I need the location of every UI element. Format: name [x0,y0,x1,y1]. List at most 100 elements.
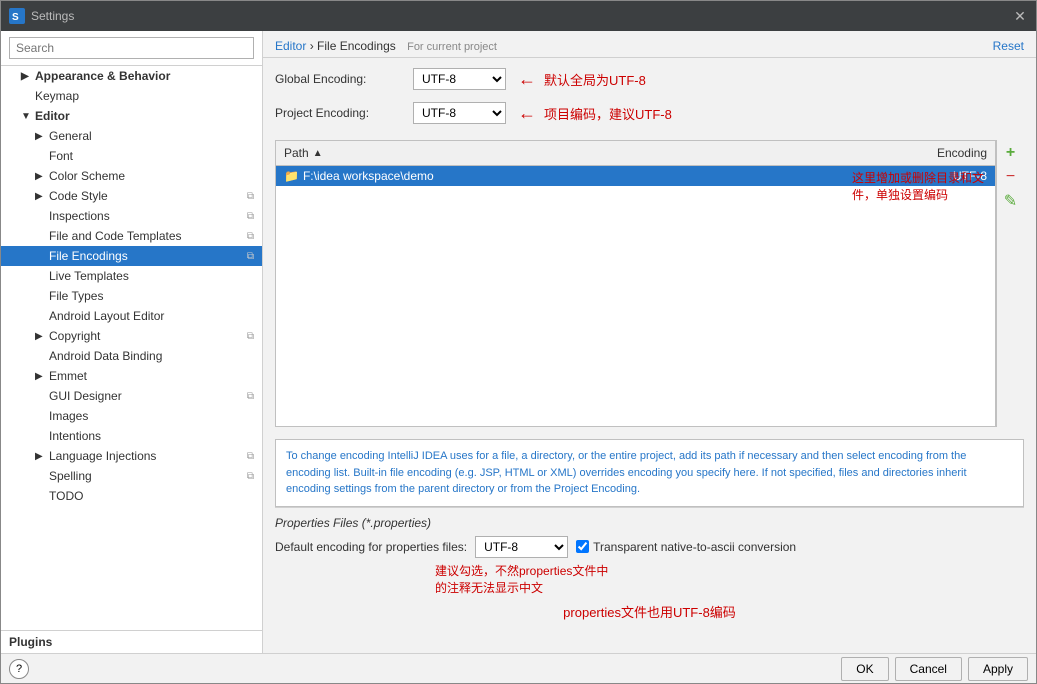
path-value: F:\idea workspace\demo [303,169,434,183]
sidebar-item-live-templates[interactable]: Live Templates [1,266,262,286]
bottom-actions: OK Cancel Apply [841,657,1028,681]
nav-tree: ▶ Appearance & Behavior Keymap ▼ Editor … [1,66,262,626]
copy-icon: ⧉ [247,471,254,482]
table-cell-path: 📁 F:\idea workspace\demo [276,166,865,186]
help-button[interactable]: ? [9,659,29,679]
svg-text:S: S [12,12,19,23]
sidebar-item-android-data-binding[interactable]: Android Data Binding [1,346,262,366]
expand-arrow: ▶ [35,171,45,182]
transparent-checkbox[interactable] [576,540,589,553]
sidebar-item-label: File Types [49,289,103,303]
sidebar-item-gui-designer[interactable]: GUI Designer ⧉ [1,386,262,406]
main-header: Editor › File Encodings For current proj… [263,31,1036,58]
breadcrumb: Editor › File Encodings For current proj… [275,39,497,53]
expand-arrow: ▶ [35,131,45,142]
breadcrumb-page: File Encodings [317,39,396,53]
close-button[interactable]: ✕ [1012,8,1028,24]
annotation-bottom-1: properties文件也用UTF-8编码 [563,605,736,620]
sidebar-item-intentions[interactable]: Intentions [1,426,262,446]
sidebar-item-images[interactable]: Images [1,406,262,426]
transparent-checkbox-label[interactable]: Transparent native-to-ascii conversion [576,540,796,554]
table-col-path: Path ▲ [276,144,865,162]
main-body: Global Encoding: UTF-8 UTF-16 ISO-8859-1… [263,58,1036,653]
annotation-project-encoding: 项目编码，建议UTF-8 [544,104,672,123]
copy-icon: ⧉ [247,231,254,242]
global-encoding-label: Global Encoding: [275,72,405,86]
sidebar-item-label: Color Scheme [49,169,125,183]
sidebar-item-file-encodings[interactable]: File Encodings ⧉ [1,246,262,266]
breadcrumb-editor[interactable]: Editor [275,39,306,53]
properties-section-title: Properties Files (*.properties) [275,516,1024,530]
remove-path-button[interactable]: − [1000,166,1022,188]
sidebar-item-file-types[interactable]: File Types [1,286,262,306]
ok-button[interactable]: OK [841,657,888,681]
sidebar-item-label: Appearance & Behavior [35,69,170,83]
properties-section: Properties Files (*.properties) Default … [275,507,1024,625]
sidebar-item-keymap[interactable]: Keymap [1,86,262,106]
table-action-buttons: + − ✎ [996,140,1024,427]
sidebar-item-appearance[interactable]: ▶ Appearance & Behavior [1,66,262,86]
project-encoding-row: Project Encoding: UTF-8 UTF-16 ISO-8859-… [275,102,1024,124]
info-text: To change encoding IntelliJ IDEA uses fo… [275,439,1024,507]
sidebar-item-language-injections[interactable]: ▶ Language Injections ⧉ [1,446,262,466]
apply-button[interactable]: Apply [968,657,1028,681]
annotation-properties: 建议勾选，不然properties文件中 的注释无法显示中文 [435,562,1024,596]
annotation-bottom: properties文件也用UTF-8编码 [275,602,1024,621]
sidebar-item-emmet[interactable]: ▶ Emmet [1,366,262,386]
table-row[interactable]: 📁 F:\idea workspace\demo UTF-8 [276,166,995,186]
copy-icon: ⧉ [247,211,254,222]
add-path-button[interactable]: + [1000,142,1022,164]
global-encoding-row: Global Encoding: UTF-8 UTF-16 ISO-8859-1… [275,68,1024,90]
window-title: Settings [31,9,1012,23]
search-input[interactable] [9,37,254,59]
table-col-encoding: Encoding [865,144,995,162]
expand-arrow: ▶ [35,331,45,342]
sidebar-item-label: Language Injections [49,449,156,463]
sidebar-item-label: File Encodings [49,249,128,263]
sidebar-item-code-style[interactable]: ▶ Code Style ⧉ [1,186,262,206]
sidebar-item-label: Live Templates [49,269,129,283]
sidebar-item-label: Editor [35,109,70,123]
sidebar-item-font[interactable]: Font [1,146,262,166]
sidebar-item-label: Code Style [49,189,108,203]
sidebar-item-android-layout-editor[interactable]: Android Layout Editor [1,306,262,326]
edit-path-button[interactable]: ✎ [1000,190,1022,212]
folder-icon: 📁 [284,169,299,183]
properties-row: Default encoding for properties files: U… [275,536,1024,558]
cancel-button[interactable]: Cancel [895,657,962,681]
sidebar-item-label: Spelling [49,469,92,483]
app-icon: S [9,8,25,24]
sidebar-item-label: GUI Designer [49,389,122,403]
sidebar-item-editor[interactable]: ▼ Editor [1,106,262,126]
sidebar-item-spelling[interactable]: Spelling ⧉ [1,466,262,486]
sidebar-item-label: General [49,129,92,143]
encoding-table-outer: Path ▲ Encoding 📁 F:\idea workspace\demo… [275,140,1024,427]
sidebar-item-copyright[interactable]: ▶ Copyright ⧉ [1,326,262,346]
copy-icon: ⧉ [247,331,254,342]
annotation-properties-2: 的注释无法显示中文 [435,581,543,595]
copy-icon: ⧉ [247,251,254,262]
sidebar-item-color-scheme[interactable]: ▶ Color Scheme [1,166,262,186]
sidebar-item-label: Copyright [49,329,100,343]
settings-window: S Settings ✕ ▶ Appearance & Behavior Key… [0,0,1037,684]
arrow-right-icon-2: ← [518,103,536,124]
sidebar-item-label: Intentions [49,429,101,443]
expand-arrow: ▼ [21,111,31,122]
bottom-bar: ? OK Cancel Apply [1,653,1036,683]
sidebar-item-label: Emmet [49,369,87,383]
reset-link[interactable]: Reset [993,39,1024,53]
sidebar: ▶ Appearance & Behavior Keymap ▼ Editor … [1,31,263,653]
path-col-label: Path [284,146,309,160]
sort-icon: ▲ [313,148,323,159]
global-encoding-select[interactable]: UTF-8 UTF-16 ISO-8859-1 [413,68,506,90]
sidebar-item-general[interactable]: ▶ General [1,126,262,146]
properties-encoding-select[interactable]: UTF-8 UTF-16 ISO-8859-1 [475,536,568,558]
encoding-table: Path ▲ Encoding 📁 F:\idea workspace\demo… [275,140,996,427]
table-header: Path ▲ Encoding [276,141,995,166]
project-encoding-select[interactable]: UTF-8 UTF-16 ISO-8859-1 [413,102,506,124]
search-box [1,31,262,66]
project-label: For current project [407,41,497,53]
sidebar-item-file-code-templates[interactable]: File and Code Templates ⧉ [1,226,262,246]
sidebar-item-todo[interactable]: TODO [1,486,262,506]
sidebar-item-inspections[interactable]: Inspections ⧉ [1,206,262,226]
